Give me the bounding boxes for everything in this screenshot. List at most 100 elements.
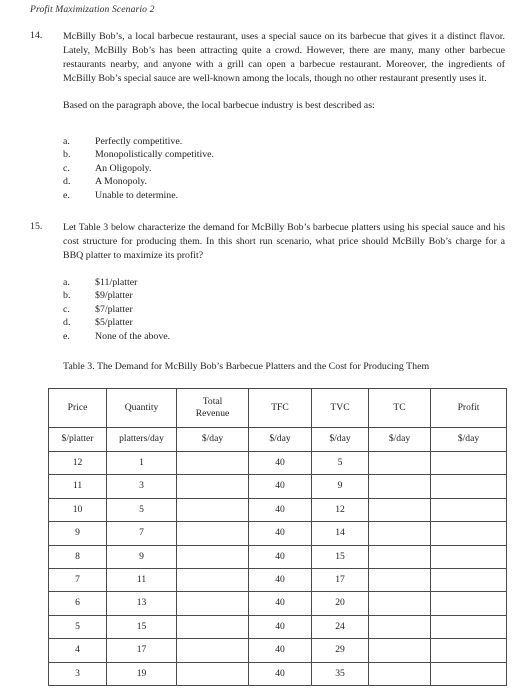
cell-total-revenue[interactable] (176, 450, 249, 476)
cell-total-revenue[interactable] (176, 521, 249, 546)
cell-tfc: 40 (248, 567, 312, 593)
cell-tc[interactable] (368, 521, 431, 546)
option-15-b[interactable]: b. $9/platter (63, 289, 483, 302)
units-tc: $/day (368, 427, 431, 452)
cell-total-revenue[interactable] (176, 591, 249, 616)
option-14-c-text: An Oligopoly. (95, 162, 152, 174)
option-15-a[interactable]: a. $11/platter (63, 276, 483, 289)
column-header-quantity: Quantity (106, 388, 177, 428)
option-15-b-letter: b. (63, 290, 71, 302)
cell-tc[interactable] (368, 567, 431, 593)
cell-quantity: 9 (106, 544, 177, 569)
cell-tfc: 40 (248, 521, 312, 546)
question-14-body: McBilly Bob’s, a local barbecue restaura… (63, 30, 505, 113)
cell-profit[interactable] (430, 661, 507, 686)
cell-profit[interactable] (430, 544, 507, 569)
cell-quantity: 3 (106, 474, 177, 499)
table-row: 11 3 40 9 (48, 474, 507, 499)
cell-quantity: 19 (106, 661, 177, 686)
option-14-a-letter: a. (63, 136, 70, 147)
cell-tvc: 20 (311, 591, 369, 616)
cell-tfc: 40 (248, 544, 312, 569)
column-header-tfc-line1: TFC (271, 401, 289, 413)
cell-profit[interactable] (430, 450, 507, 476)
table-row: 12 1 40 5 (48, 450, 507, 476)
option-14-a-text: Perfectly competitive. (95, 136, 183, 147)
cell-tc[interactable] (368, 638, 431, 663)
table-row: 4 17 40 29 (48, 638, 507, 663)
option-15-d[interactable]: d. $5/platter (63, 316, 483, 329)
option-14-e[interactable]: e. Unable to determine. (63, 189, 483, 202)
table-row: 6 13 40 20 (48, 591, 507, 616)
cell-tc[interactable] (368, 450, 431, 476)
cell-profit[interactable] (430, 474, 507, 499)
question-14: 14. McBilly Bob’s, a local barbecue rest… (30, 30, 505, 113)
cell-profit[interactable] (430, 497, 507, 523)
cell-tfc: 40 (248, 474, 312, 499)
option-14-b[interactable]: b. Monopolistically competitive. (63, 148, 483, 161)
cell-price: 8 (48, 544, 107, 569)
cell-total-revenue[interactable] (176, 638, 249, 663)
cell-tfc: 40 (248, 591, 312, 616)
table-row: 5 15 40 24 (48, 614, 507, 640)
column-header-total-revenue: Total Revenue (176, 388, 249, 428)
cell-tvc: 9 (311, 474, 369, 499)
table-3: Price Quantity Total Revenue TFC TVC TC … (48, 388, 507, 686)
column-header-tfc: TFC (248, 388, 312, 428)
question-15-number: 15. (30, 221, 43, 232)
cell-total-revenue[interactable] (176, 474, 249, 499)
cell-profit[interactable] (430, 521, 507, 546)
cell-tfc: 40 (248, 450, 312, 476)
option-15-c-letter: c. (63, 303, 70, 315)
table-body: 12 1 40 5 11 3 40 9 10 5 40 12 9 7 40 14… (48, 450, 507, 686)
cell-quantity: 11 (106, 567, 177, 593)
table-row: 9 7 40 14 (48, 521, 507, 546)
cell-total-revenue[interactable] (176, 661, 249, 686)
cell-tc[interactable] (368, 591, 431, 616)
cell-profit[interactable] (430, 591, 507, 616)
cell-quantity: 7 (106, 521, 177, 546)
cell-tfc: 40 (248, 614, 312, 640)
cell-tc[interactable] (368, 474, 431, 499)
option-15-e[interactable]: e. None of the above. (63, 330, 483, 343)
cell-profit[interactable] (430, 638, 507, 663)
cell-tc[interactable] (368, 544, 431, 569)
column-header-tc: TC (368, 388, 431, 428)
option-15-e-letter: e. (63, 330, 70, 342)
cell-total-revenue[interactable] (176, 614, 249, 640)
cell-quantity: 17 (106, 638, 177, 663)
cell-total-revenue[interactable] (176, 544, 249, 569)
option-14-a[interactable]: a. Perfectly competitive. (63, 135, 483, 148)
table-3-wrapper: Price Quantity Total Revenue TFC TVC TC … (48, 388, 507, 686)
cell-price: 4 (48, 638, 107, 663)
option-14-d[interactable]: d. A Monopoly. (63, 175, 483, 188)
cell-tvc: 5 (311, 450, 369, 476)
cell-tvc: 14 (311, 521, 369, 546)
question-14-options: a. Perfectly competitive. b. Monopolisti… (63, 135, 483, 202)
cell-profit[interactable] (430, 614, 507, 640)
column-header-tvc: TVC (311, 388, 369, 428)
option-14-e-letter: e. (63, 189, 70, 201)
cell-tc[interactable] (368, 661, 431, 686)
cell-profit[interactable] (430, 567, 507, 593)
question-14-number: 14. (30, 30, 43, 41)
table-units-row: $/platter platters/day $/day $/day $/day… (48, 427, 507, 452)
option-14-c[interactable]: c. An Oligopoly. (63, 162, 483, 175)
cell-tc[interactable] (368, 614, 431, 640)
column-header-price-line1: Price (67, 401, 88, 413)
option-14-d-text: A Monopoly. (95, 176, 148, 188)
option-15-a-text: $11/platter (95, 277, 138, 288)
option-15-e-text: None of the above. (95, 330, 171, 342)
table-row: 3 19 40 35 (48, 661, 507, 686)
cell-tvc: 15 (311, 544, 369, 569)
cell-tfc: 40 (248, 497, 312, 523)
cell-total-revenue[interactable] (176, 567, 249, 593)
cell-tc[interactable] (368, 497, 431, 523)
cell-price: 10 (48, 497, 107, 523)
column-header-total-revenue-line2: Revenue (195, 408, 230, 419)
cell-total-revenue[interactable] (176, 497, 249, 523)
option-15-c[interactable]: c. $7/platter (63, 303, 483, 316)
units-tfc: $/day (248, 427, 312, 452)
table-caption: Table 3. The Demand for McBilly Bob’s Ba… (63, 361, 430, 372)
option-15-d-letter: d. (63, 317, 71, 329)
